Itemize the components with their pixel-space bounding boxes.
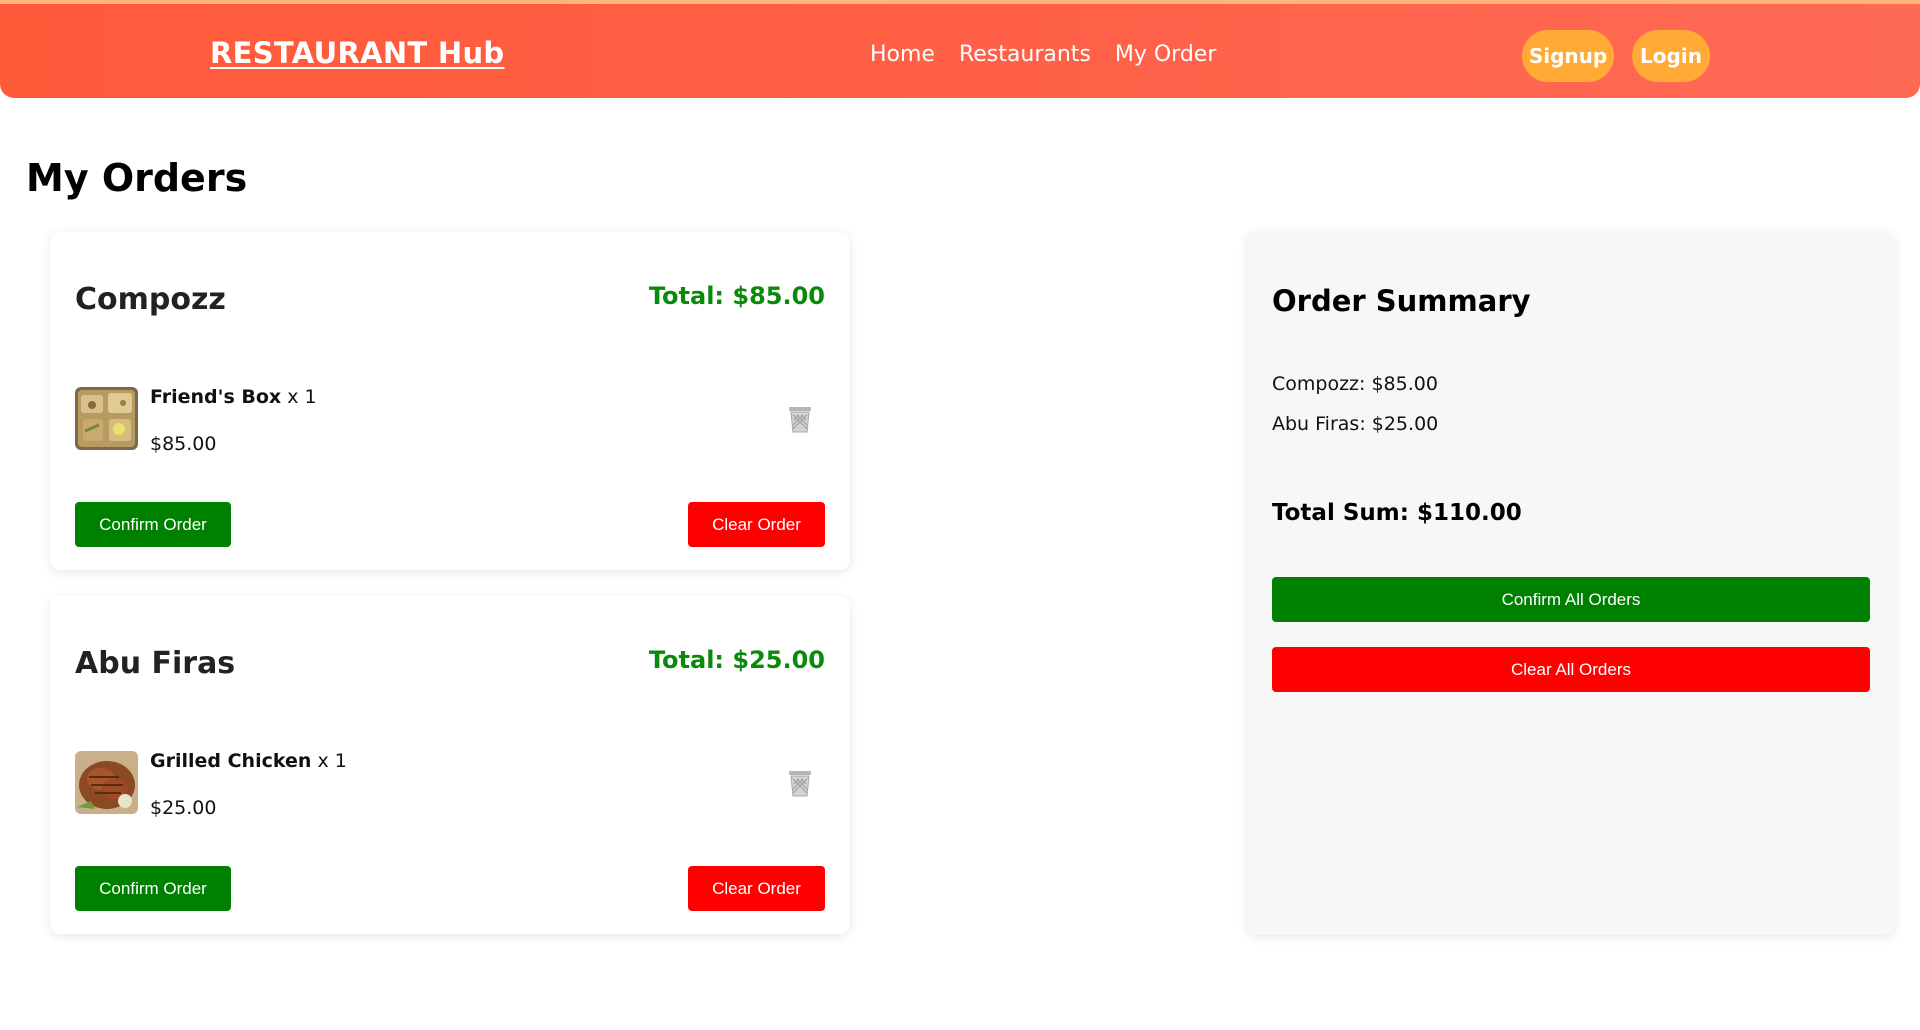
trash-icon[interactable] <box>787 405 813 433</box>
summary-total: Total Sum: $110.00 <box>1272 500 1522 526</box>
order-card: Abu Firas Total: $25.00 Grilled Chicken … <box>50 596 850 934</box>
item-quantity: x 1 <box>317 750 347 772</box>
nav-my-order-link[interactable]: My Order <box>1115 42 1217 67</box>
nav-home-link[interactable]: Home <box>870 42 935 67</box>
main-nav: Home Restaurants My Order <box>870 42 1216 67</box>
grilled-chicken-image <box>75 751 138 814</box>
item-price: $85.00 <box>150 433 217 455</box>
page-title: My Orders <box>26 156 248 200</box>
summary-line: Abu Firas: $25.00 <box>1272 413 1439 435</box>
order-summary-panel: Order Summary Compozz: $85.00 Abu Firas:… <box>1247 232 1895 935</box>
item-title: Grilled Chicken <box>150 750 312 772</box>
auth-buttons: Signup Login <box>1522 30 1710 82</box>
item-name: Friend's Box x 1 <box>150 386 317 408</box>
restaurant-name: Abu Firas <box>75 646 236 681</box>
trash-icon[interactable] <box>787 769 813 797</box>
summary-title: Order Summary <box>1272 284 1531 318</box>
confirm-order-button[interactable]: Confirm Order <box>75 866 231 911</box>
food-platter-image <box>75 387 138 450</box>
order-total: Total: $85.00 <box>648 282 825 310</box>
summary-line: Compozz: $85.00 <box>1272 373 1438 395</box>
confirm-all-orders-button[interactable]: Confirm All Orders <box>1272 577 1870 622</box>
item-name: Grilled Chicken x 1 <box>150 750 347 772</box>
item-title: Friend's Box <box>150 386 282 408</box>
item-quantity: x 1 <box>287 386 317 408</box>
confirm-order-button[interactable]: Confirm Order <box>75 502 231 547</box>
top-navbar: RESTAURANT Hub Home Restaurants My Order… <box>0 0 1920 98</box>
clear-all-orders-button[interactable]: Clear All Orders <box>1272 647 1870 692</box>
order-total: Total: $25.00 <box>648 646 825 674</box>
brand-logo-link[interactable]: RESTAURANT Hub <box>210 36 504 70</box>
item-price: $25.00 <box>150 797 217 819</box>
order-card: Compozz Total: $85.00 Friend's Box x 1 $… <box>50 232 850 570</box>
restaurant-name: Compozz <box>75 282 226 317</box>
clear-order-button[interactable]: Clear Order <box>688 502 825 547</box>
login-button[interactable]: Login <box>1632 30 1710 82</box>
nav-restaurants-link[interactable]: Restaurants <box>959 42 1091 67</box>
signup-button[interactable]: Signup <box>1522 30 1614 82</box>
clear-order-button[interactable]: Clear Order <box>688 866 825 911</box>
